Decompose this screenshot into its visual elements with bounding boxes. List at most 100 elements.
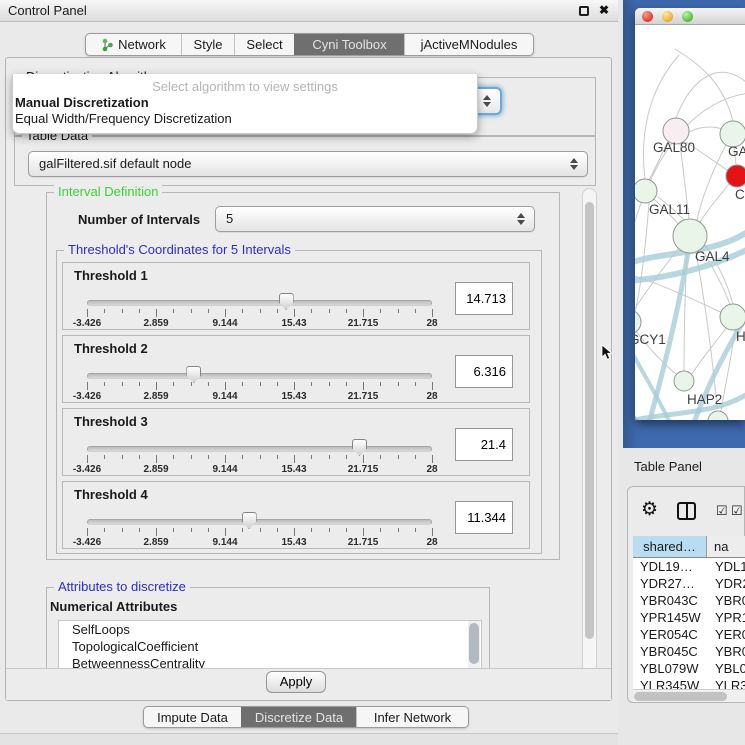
table-cell[interactable]: YDL1 (707, 558, 745, 575)
table-row[interactable]: YLR345WYLR3 (633, 677, 745, 689)
tab-infer-network[interactable]: Infer Network (356, 707, 468, 727)
slider-track[interactable] (87, 373, 432, 379)
table-cell[interactable]: YBL0 (707, 660, 745, 677)
table-row[interactable]: YBR045CYBR0 (633, 643, 745, 660)
table-cell[interactable]: YER0 (707, 626, 745, 643)
table-cell[interactable]: YPR1 (707, 609, 745, 626)
slider-track[interactable] (87, 446, 432, 452)
node-hap2[interactable] (674, 371, 694, 391)
split-pane-icon[interactable] (677, 502, 696, 520)
attributes-list-scrollbar[interactable] (468, 621, 480, 671)
table-horizontal-scrollbar[interactable] (633, 689, 745, 702)
table-cell[interactable]: YBR043C (633, 592, 707, 609)
number-of-intervals-spinner[interactable]: 5 (215, 206, 535, 232)
float-window-icon[interactable] (579, 6, 589, 16)
table-row[interactable]: YBL079WYBL0 (633, 660, 745, 677)
tab-label: Impute Data (157, 710, 228, 725)
threshold-value-field[interactable] (455, 282, 513, 315)
network-window-titlebar[interactable] (635, 8, 745, 25)
numerical-attributes-list[interactable]: SelfLoopsTopologicalCoefficientBetweenne… (58, 620, 482, 672)
slider-thumb[interactable] (242, 512, 257, 529)
slider-tick (191, 309, 192, 313)
tab-discretize-data[interactable]: Discretize Data (241, 707, 356, 727)
slider-thumb[interactable] (279, 293, 294, 310)
table-row[interactable]: YBR043CYBR0 (633, 592, 745, 609)
screen: Control Panel ✖ NetworkStyleSelectCyni T… (0, 0, 745, 745)
slider-tick (277, 528, 278, 532)
node-gcy1-label: GCY1 (635, 332, 666, 347)
tab-cyni-toolbox[interactable]: Cyni Toolbox (294, 34, 404, 55)
slider-tick (191, 455, 192, 459)
table-cell[interactable]: YDR27… (633, 575, 707, 592)
table-cell[interactable]: YDR2 (707, 575, 745, 592)
node-h[interactable] (720, 304, 745, 330)
slider-tick (363, 309, 364, 317)
table-cell[interactable]: YDL19… (633, 558, 707, 575)
table-row[interactable]: YPR145WYPR1 (633, 609, 745, 626)
slider-tick (329, 309, 330, 313)
slider-thumb[interactable] (186, 366, 201, 383)
node-gal11[interactable] (635, 179, 657, 203)
slider-tick (225, 455, 226, 463)
table-cell[interactable]: YPR145W (633, 609, 707, 626)
tab-impute-data[interactable]: Impute Data (144, 707, 241, 727)
column-header[interactable]: shared… (633, 536, 707, 557)
slider-tick (139, 455, 140, 459)
node-gal4[interactable] (673, 219, 707, 253)
table-cell[interactable]: YBR0 (707, 592, 745, 609)
table-cell[interactable]: YBL079W (633, 660, 707, 677)
node-bottom[interactable] (708, 411, 728, 420)
dropdown-item[interactable]: Manual Discretization (13, 95, 477, 111)
column-header[interactable]: na (707, 536, 745, 557)
close-button[interactable] (642, 11, 653, 22)
table-cell[interactable]: YLR345W (633, 677, 707, 689)
tab-select[interactable]: Select (234, 34, 294, 55)
checkbox-icon[interactable]: ☑ (731, 503, 743, 519)
scrollbar-thumb[interactable] (469, 623, 479, 664)
scrollbar-thumb[interactable] (585, 202, 594, 639)
slider-tick (139, 528, 140, 532)
slider-tick-label: 9.144 (195, 391, 255, 402)
scrollbar-thumb[interactable] (634, 692, 727, 701)
threshold-value-field[interactable] (455, 501, 513, 534)
checkbox-icon[interactable]: ☑ (716, 503, 728, 519)
close-icon[interactable]: ✖ (599, 3, 609, 17)
slider-tick (380, 382, 381, 386)
slider-track[interactable] (87, 300, 432, 306)
tab-style[interactable]: Style (181, 34, 234, 55)
slider-tick (156, 455, 157, 463)
slider-tick (432, 528, 433, 536)
table-data-combobox[interactable]: galFiltered.sif default node (28, 151, 588, 177)
threshold-value-field[interactable] (455, 355, 513, 388)
slider-tick (277, 455, 278, 459)
tab-jactivemnodules[interactable]: jActiveMNodules (404, 34, 533, 55)
threshold-value-field[interactable] (455, 428, 513, 461)
minimize-button[interactable] (662, 11, 673, 22)
list-item[interactable]: SelfLoops (59, 621, 481, 638)
network-canvas[interactable]: GAL80GACGAL11GAL4GCY1HHAP2 (635, 25, 745, 420)
slider-thumb[interactable] (352, 439, 367, 456)
table-row[interactable]: YER054CYER0 (633, 626, 745, 643)
node-gcy1[interactable] (635, 310, 641, 334)
slider-tick (363, 382, 364, 390)
slider-tick-label: 9.144 (195, 537, 255, 548)
slider-tick (156, 528, 157, 536)
slider-tick (122, 382, 123, 386)
node-red[interactable] (726, 165, 745, 187)
table-cell[interactable]: YLR3 (707, 677, 745, 689)
table-row[interactable]: YDL19…YDL1 (633, 558, 745, 575)
zoom-button[interactable] (682, 11, 693, 22)
slider-track[interactable] (87, 519, 432, 525)
vertical-scrollbar[interactable] (582, 188, 597, 675)
table-row[interactable]: YDR27…YDR2 (633, 575, 745, 592)
slider-tick (363, 528, 364, 536)
table-cell[interactable]: YBR0 (707, 643, 745, 660)
group-title: Interval Definition (54, 184, 162, 199)
apply-button[interactable]: Apply (266, 671, 326, 693)
table-cell[interactable]: YER054C (633, 626, 707, 643)
tab-network[interactable]: Network (86, 34, 181, 55)
dropdown-item[interactable]: Equal Width/Frequency Discretization (13, 111, 477, 127)
list-item[interactable]: TopologicalCoefficient (59, 638, 481, 655)
gear-icon[interactable]: ⚙ (641, 498, 658, 521)
table-cell[interactable]: YBR045C (633, 643, 707, 660)
